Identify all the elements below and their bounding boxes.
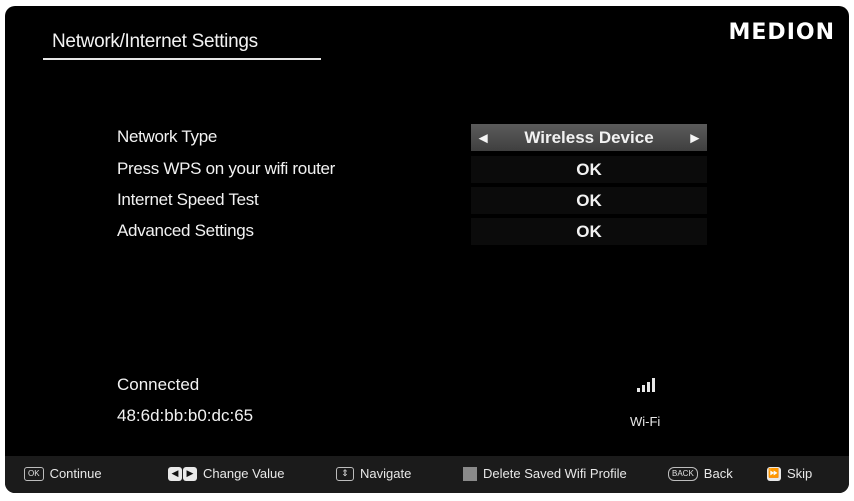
tv-screen: Network/Internet Settings MEDION Network… xyxy=(5,6,849,493)
wps-label: Press WPS on your wifi router xyxy=(117,159,336,178)
continue-hint[interactable]: OK Continue xyxy=(24,466,102,481)
grey-key-icon xyxy=(463,466,477,481)
back-hint[interactable]: BACK Back xyxy=(668,466,733,481)
ok-key-icon: OK xyxy=(24,466,44,481)
speed-test-label: Internet Speed Test xyxy=(117,190,259,209)
navigate-label: Navigate xyxy=(360,466,412,481)
navigate-hint[interactable]: ⇕ Navigate xyxy=(336,466,411,481)
back-key-icon: BACK xyxy=(668,466,698,481)
medion-logo: MEDION xyxy=(728,20,835,45)
right-key-icon: ▶ xyxy=(183,466,197,481)
wifi-label: Wi-Fi xyxy=(630,414,661,429)
wps-ok-button[interactable]: OK xyxy=(471,156,707,183)
title-underline xyxy=(43,58,321,60)
right-arrow-icon[interactable]: ▶ xyxy=(691,131,699,144)
back-label: Back xyxy=(703,466,733,481)
network-type-selector[interactable]: ◀ Wireless Device ▶ xyxy=(471,124,707,151)
fast-forward-key-icon: ⏩ xyxy=(767,466,781,481)
skip-label: Skip xyxy=(787,466,813,481)
speed-test-ok-button[interactable]: OK xyxy=(471,187,707,214)
advanced-settings-label: Advanced Settings xyxy=(117,221,254,240)
page-title: Network/Internet Settings xyxy=(52,31,258,52)
left-arrow-icon[interactable]: ◀ xyxy=(479,131,487,144)
delete-profile-label: Delete Saved Wifi Profile xyxy=(483,466,627,481)
continue-label: Continue xyxy=(49,466,102,481)
skip-hint[interactable]: ⏩ Skip xyxy=(767,466,812,481)
up-down-key-icon: ⇕ xyxy=(336,466,354,481)
left-key-icon: ◀ xyxy=(168,466,182,481)
network-type-label: Network Type xyxy=(117,127,218,146)
footer-bar: OK Continue ◀ ▶ Change Value ⇕ Navigate … xyxy=(5,456,849,493)
connection-status: Connected xyxy=(117,375,200,394)
change-value-hint[interactable]: ◀ ▶ Change Value xyxy=(168,466,284,481)
wifi-signal-icon xyxy=(637,378,655,392)
delete-profile-hint[interactable]: Delete Saved Wifi Profile xyxy=(463,466,627,481)
change-value-label: Change Value xyxy=(203,466,285,481)
mac-address: 48:6d:bb:b0:dc:65 xyxy=(117,406,254,425)
network-type-value: Wireless Device xyxy=(524,127,654,147)
advanced-settings-ok-button[interactable]: OK xyxy=(471,218,707,245)
